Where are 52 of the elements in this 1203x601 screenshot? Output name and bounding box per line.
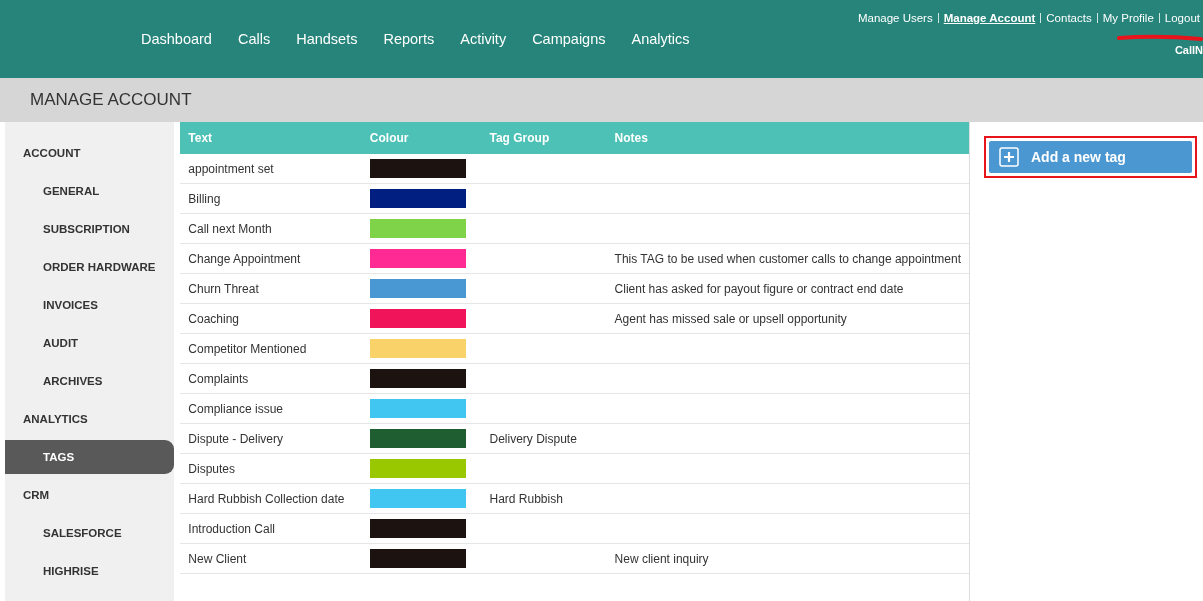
sidebar-heading[interactable]: ACCOUNT <box>5 136 175 170</box>
column-header: Colour <box>361 122 482 154</box>
table-cell: Coaching <box>180 303 362 334</box>
table-cell: Delivery Dispute <box>489 431 577 446</box>
table-cell: Disputes <box>180 453 362 484</box>
table-cell: New client inquiry <box>614 551 709 566</box>
nav-link[interactable]: Calls <box>224 31 284 47</box>
sidebar-heading[interactable]: ANALYTICS <box>5 402 175 436</box>
plus-icon <box>999 147 1019 167</box>
sidebar-item[interactable]: AUDIT <box>5 326 175 360</box>
table-cell: Hard Rubbish Collection date <box>180 483 362 514</box>
nav-link[interactable]: Analytics <box>618 31 703 47</box>
nav-link[interactable]: Reports <box>370 31 448 47</box>
sidebar-item[interactable]: TAGS <box>5 440 175 474</box>
table-cell: Change Appointment <box>180 243 362 274</box>
column-header: Tag Group <box>481 122 607 154</box>
header-link[interactable]: Contacts <box>1043 12 1095 24</box>
table-cell: Call next Month <box>180 213 362 244</box>
table-cell: Introduction Call <box>180 513 362 544</box>
sidebar-item[interactable]: HIGHRISE <box>5 554 175 588</box>
sidebar-item[interactable]: SALESFORCE <box>5 516 175 550</box>
account-name: CallN <box>1174 44 1203 56</box>
sidebar-item[interactable]: ARCHIVES <box>5 364 175 398</box>
table-cell: appointment set <box>180 154 362 184</box>
table-cell: Billing <box>180 183 362 214</box>
header-link[interactable]: Logout <box>1161 12 1203 24</box>
table-cell: Dispute - Delivery <box>180 423 362 454</box>
table-cell: New Client <box>180 543 362 574</box>
nav-link[interactable]: Dashboard <box>128 31 225 47</box>
header-link[interactable]: Manage Users <box>854 12 936 24</box>
sidebar-item[interactable]: GENERAL <box>5 174 175 208</box>
header-link[interactable]: Manage Account <box>940 12 1039 24</box>
table-cell: Agent has missed sale or upsell opportunity <box>614 311 847 326</box>
header-link[interactable]: My Profile <box>1099 12 1157 24</box>
table-cell: Complaints <box>180 363 362 394</box>
sidebar-item[interactable]: SUBSCRIPTION <box>5 212 175 246</box>
table-cell: Hard Rubbish <box>489 491 563 506</box>
table-cell: Churn Threat <box>180 273 362 304</box>
column-header: Notes <box>606 122 969 154</box>
nav-link[interactable]: Activity <box>447 31 520 47</box>
table-cell: Competitor Mentioned <box>180 333 362 364</box>
sidebar-item[interactable]: INVOICES <box>5 288 175 322</box>
table-cell: Client has asked for payout figure or contract end date <box>614 281 904 296</box>
column-header: Text <box>180 122 362 154</box>
add-tag-button[interactable]: Add a new tag <box>989 141 1192 173</box>
table-cell: This TAG to be used when customer calls to change appointment <box>614 251 961 266</box>
page-title: MANAGE ACCOUNT <box>30 90 192 110</box>
sidebar-heading[interactable]: CRM <box>5 478 175 512</box>
sidebar-item[interactable]: ORDER HARDWARE <box>5 250 175 284</box>
table-cell: Compliance issue <box>180 393 362 424</box>
nav-link[interactable]: Handsets <box>283 31 371 47</box>
nav-link[interactable]: Campaigns <box>519 31 619 47</box>
